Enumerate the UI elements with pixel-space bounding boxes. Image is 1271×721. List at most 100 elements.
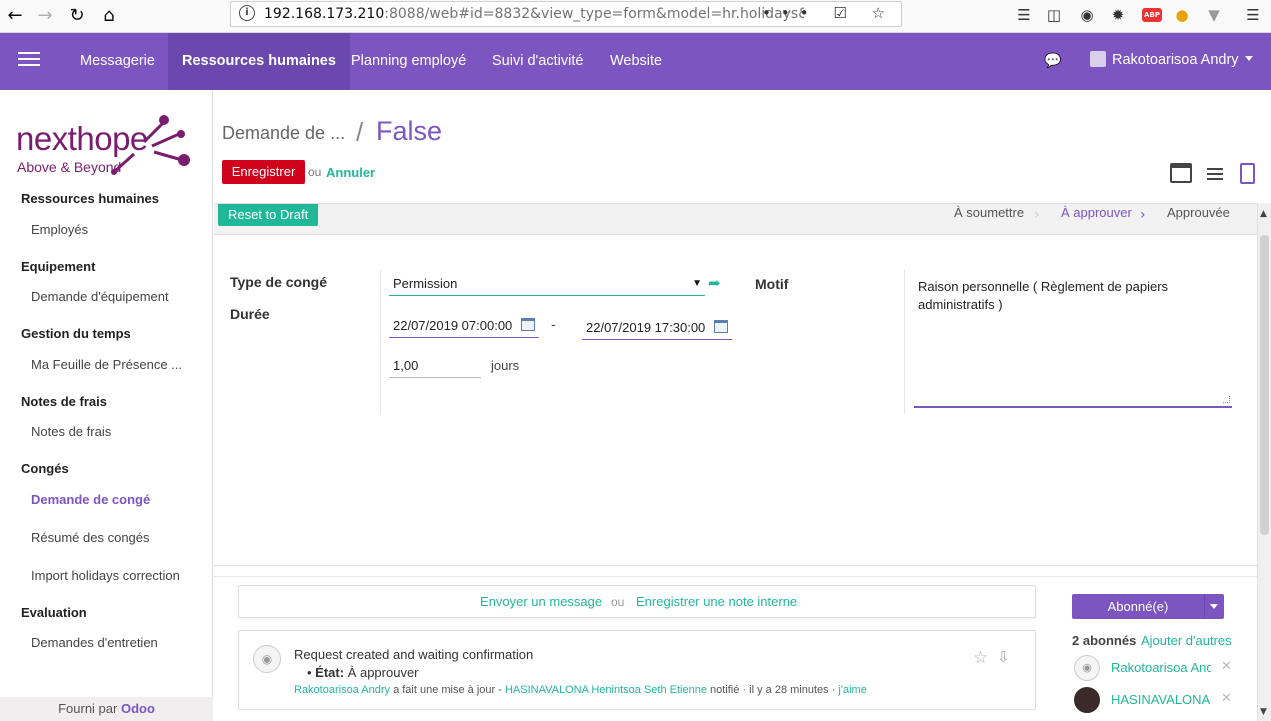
days-field[interactable]: 1,00 [389,356,481,378]
notified-link[interactable]: HASINAVALONA Henintsoa Seth Etienne [505,684,707,696]
follower-name[interactable]: Rakotoarisoa Andry [1111,660,1211,675]
menu-website[interactable]: Website [596,33,676,90]
logo-text: nexthope [16,120,148,157]
remove-icon[interactable]: ✕ [1221,691,1232,706]
menu-icon[interactable]: ☰ [1243,4,1263,26]
odoo-link[interactable]: Odoo [121,701,155,716]
menu-suivi-activite[interactable]: Suivi d'activité [478,33,597,90]
stage-approuvee[interactable]: Approuvée [1167,205,1230,223]
bug-icon[interactable]: ✹ [1108,4,1128,26]
vertical-scrollbar[interactable]: ▲ ▼ [1257,203,1271,721]
type-conge-select[interactable]: Permission ▼ [389,274,705,296]
stage-a-approuver[interactable]: À approuver [1061,205,1132,223]
scroll-up-icon[interactable]: ▲ [1260,209,1267,219]
download-icon[interactable]: ⇩ [997,648,1010,666]
home-icon[interactable]: ⌂ [96,3,122,29]
chat-icon[interactable]: 💬 [1044,53,1062,69]
sidebar-section-rh: Ressources humaines [21,191,160,206]
star-icon[interactable]: ☆ [973,648,988,668]
date-from-field[interactable]: 22/07/2019 07:00:00 [389,316,539,338]
external-link-icon[interactable]: ➦ [708,276,724,291]
send-message-link[interactable]: Envoyer un message [480,594,602,609]
caret-down-icon [1244,56,1253,61]
sidebar-icon[interactable]: ◫ [1044,4,1064,26]
form-view-icon[interactable] [1240,163,1255,184]
powered-by: Fourni par Odoo [0,697,213,721]
camera-icon: ◉ [1074,655,1100,681]
sidebar-section-evaluation: Evaluation [21,605,87,620]
or-label: ou [611,595,625,609]
motif-textarea[interactable]: Raison personnelle ( Règlement de papier… [914,274,1232,408]
stage-a-soumettre[interactable]: À soumettre [954,205,1024,223]
type-conge-label: Type de congé [230,274,327,290]
url-bar[interactable]: i 192.168.173.210:8088/web#id=8832&view_… [230,1,902,27]
calendar-view-icon[interactable] [1170,163,1192,183]
info-icon[interactable]: i [239,5,255,21]
sidebar-item-demande-equipement[interactable]: Demande d'équipement [31,289,169,304]
sidebar-section-gestion-temps: Gestion du temps [21,326,131,341]
message-meta: Rakotoarisoa Andry a fait une mise à jou… [294,684,867,696]
dropdown-caret-icon: ▼ [692,278,702,289]
scroll-down-icon[interactable]: ▼ [1260,707,1267,717]
adblock-icon[interactable]: ABP [1142,8,1162,22]
sidebar-section-notes-frais: Notes de frais [21,394,107,409]
add-followers-link[interactable]: Ajouter d'autres [1141,633,1232,648]
breadcrumb-parent[interactable]: Demande de ... [222,123,345,144]
library-icon[interactable]: ☰ [1014,4,1034,26]
scrollbar-thumb[interactable] [1260,235,1269,535]
or-label: ou [308,165,322,179]
form-sheet: Type de congé Durée Permission ▼ ➦ 22/07/… [214,236,1257,566]
save-button[interactable]: Enregistrer [222,160,305,184]
remove-icon[interactable]: ✕ [1221,659,1232,674]
shield-icon[interactable]: ▼ [1204,4,1224,26]
main-navbar: Messagerie Ressources humaines Planning … [0,33,1271,90]
follow-dropdown[interactable] [1204,594,1224,619]
user-name: Rakotoarisoa Andry [1112,52,1239,68]
breadcrumb-separator: / [356,117,364,147]
sidebar-item-employes[interactable]: Employés [31,222,88,237]
reload-icon[interactable]: ↻ [64,3,90,29]
chevron-right-icon: › [1034,207,1040,223]
apps-menu-icon[interactable] [18,58,40,66]
chatter: Envoyer un message ou Enregistrer une no… [214,576,1257,721]
avatar [1074,687,1100,713]
divider [904,269,905,414]
url-text[interactable]: 192.168.173.210:8088/web#id=8832&view_ty… [264,6,804,22]
page-actions-icons[interactable]: ••• ☑ ☆ [762,4,895,22]
extension-color-icon[interactable]: ● [1172,4,1192,26]
menu-ressources-humaines[interactable]: Ressources humaines [168,33,350,90]
author-link[interactable]: Rakotoarisoa Andry [294,684,390,696]
sidebar-item-notes-frais[interactable]: Notes de frais [31,424,111,439]
message-title: Request created and waiting confirmation [294,647,534,662]
sidebar-item-resume-conges[interactable]: Résumé des congés [31,530,150,545]
user-menu[interactable]: Rakotoarisoa Andry [1090,51,1253,73]
sidebar-item-demandes-entretien[interactable]: Demandes d'entretien [31,635,158,650]
datepicker-icon[interactable] [714,320,728,333]
back-icon[interactable]: ← [2,3,28,29]
caret-down-icon [1210,604,1218,609]
resize-handle[interactable] [1223,396,1230,403]
menu-planning[interactable]: Planning employé [337,33,480,90]
follower-item: ◉ Rakotoarisoa Andry ✕ [1072,655,1242,685]
company-logo: nexthope Above & Beyond [14,104,194,179]
reset-to-draft-button[interactable]: Reset to Draft [218,204,319,226]
like-link[interactable]: j'aime [838,684,866,696]
extension-icon[interactable]: ◉ [1077,4,1097,26]
list-view-icon[interactable] [1207,168,1223,180]
forward-icon[interactable]: → [32,3,58,29]
follow-button[interactable]: Abonné(e) [1072,594,1224,619]
sidebar-item-import-holidays[interactable]: Import holidays correction [31,568,180,583]
cancel-button[interactable]: Annuler [326,165,375,180]
followers-count: 2 abonnés [1072,633,1137,648]
sidebar-item-feuille-presence[interactable]: Ma Feuille de Présence ... [31,357,182,372]
follower-name[interactable]: HASINAVALONA Henintsoa Seth Etienne [1111,692,1211,707]
logo-tagline: Above & Beyond [17,159,122,175]
avatar [1090,51,1106,67]
page-title: False [376,116,443,146]
log-note-link[interactable]: Enregistrer une note interne [636,594,797,609]
status-bar: Reset to Draft À soumettre › À approuver… [214,203,1257,235]
datepicker-icon[interactable] [521,318,535,331]
date-to-field[interactable]: 22/07/2019 17:30:00 [582,318,732,340]
menu-messagerie[interactable]: Messagerie [66,33,169,90]
sidebar-item-demande-conge[interactable]: Demande de congé [31,492,150,507]
